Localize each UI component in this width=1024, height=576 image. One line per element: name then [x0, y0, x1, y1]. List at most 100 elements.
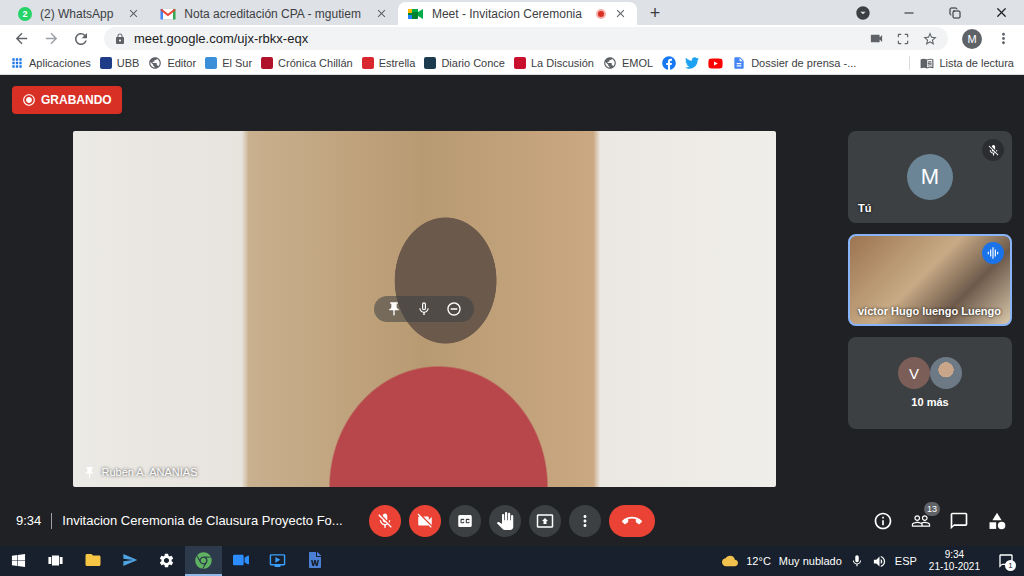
tab-search-button[interactable] — [840, 0, 886, 25]
whatsapp-icon: 2 — [18, 7, 32, 21]
browser-tab[interactable]: 2(2) WhatsApp — [8, 2, 150, 25]
more-avatars: V — [898, 357, 962, 389]
pin-icon[interactable] — [386, 301, 402, 317]
taskbar: 12°CMuy nubladoESP9:3421-10-20211 — [0, 546, 1024, 576]
address-bar[interactable]: meet.google.com/ujx-rbkx-eqx — [104, 27, 948, 50]
site-icon — [205, 57, 217, 69]
browser-tab[interactable]: Nota acreditación CPA - mgutiem — [150, 2, 398, 25]
participant-tile[interactable]: MTú — [848, 131, 1012, 223]
end-button[interactable] — [609, 505, 655, 537]
back-button[interactable] — [8, 27, 34, 51]
speaker-icon[interactable] — [872, 554, 887, 569]
bookmark[interactable]: Dossier de prensa -... — [732, 56, 856, 70]
bookmark[interactable]: El Sur — [205, 56, 252, 70]
camera-button[interactable] — [409, 505, 441, 537]
youtube-icon[interactable] — [708, 56, 723, 71]
present-button[interactable] — [529, 505, 561, 537]
taskbar-app[interactable] — [0, 546, 37, 576]
window-controls — [840, 0, 1024, 25]
twitter-icon[interactable] — [685, 56, 699, 70]
bookmark[interactable]: EMOL — [603, 56, 653, 70]
more-button[interactable] — [569, 505, 601, 537]
camera-off-icon — [416, 512, 434, 530]
taskbar-app[interactable] — [111, 546, 148, 576]
captions-button[interactable] — [449, 505, 481, 537]
bookmark[interactable]: Editor — [148, 56, 196, 70]
taskbar-app[interactable] — [74, 546, 111, 576]
clock[interactable]: 9:3421-10-2021 — [925, 549, 984, 573]
windows-icon — [11, 553, 26, 568]
reading-list[interactable]: Lista de lectura — [909, 56, 1014, 70]
participant-count: 13 — [924, 502, 940, 516]
remove-icon[interactable] — [446, 301, 462, 317]
browser-tab[interactable]: Meet - Invitacion Ceremonia — [398, 2, 637, 25]
meet-main: Rubén A. ANANIAS MTú víctor Hugo luengo Lu… — [0, 125, 1024, 495]
reload-button[interactable] — [68, 27, 94, 51]
media-icon — [269, 552, 286, 569]
facebook-icon[interactable] — [662, 56, 676, 70]
bookmark[interactable]: Estrella — [362, 56, 416, 70]
site-icon — [514, 57, 526, 69]
social-bookmark[interactable] — [685, 56, 699, 70]
reload-icon — [72, 30, 90, 48]
hand-button[interactable] — [489, 505, 521, 537]
site-icon — [100, 57, 112, 69]
taskbar-app[interactable] — [37, 546, 74, 576]
mic-button[interactable] — [369, 505, 401, 537]
bookmark-star-icon[interactable] — [922, 31, 938, 47]
taskbar-app[interactable] — [185, 546, 222, 576]
activities-icon — [987, 511, 1007, 531]
minimize-button[interactable] — [886, 0, 932, 25]
microphone-icon[interactable] — [850, 554, 864, 568]
close-tab-icon[interactable] — [127, 7, 140, 20]
taskbar-app[interactable] — [148, 546, 185, 576]
menu-button[interactable] — [990, 27, 1016, 51]
new-tab-button[interactable]: + — [641, 2, 669, 25]
tab-search-icon — [855, 5, 871, 21]
participant-tile[interactable]: víctor Hugo luengo Luengo — [848, 234, 1012, 326]
screen: 2(2) WhatsAppNota acreditación CPA - mgu… — [0, 0, 1024, 576]
more-participants: 10 más — [911, 395, 948, 409]
social-bookmark[interactable] — [708, 56, 723, 71]
site-icon — [424, 57, 436, 69]
taskbar-app[interactable] — [222, 546, 259, 576]
bookmark[interactable]: UBB — [100, 56, 140, 70]
mic-icon[interactable] — [416, 301, 432, 317]
participant-photo — [930, 357, 962, 389]
activities-button[interactable] — [986, 510, 1008, 532]
close-tab-icon[interactable] — [614, 7, 627, 20]
main-video-tile[interactable]: Rubén A. ANANIAS — [73, 131, 776, 487]
participant-tile[interactable]: V 10 más — [848, 337, 1012, 429]
mic-off-icon — [987, 144, 1000, 157]
bookmark[interactable]: Diario Conce — [424, 56, 505, 70]
input-language[interactable]: ESP — [895, 554, 917, 568]
close-tab-icon[interactable] — [375, 7, 388, 20]
task-view-icon — [47, 552, 64, 569]
meet-window: GRABANDORubén A. ANANIASMTúvíctor Hugo l… — [0, 75, 1024, 546]
chat-button[interactable] — [948, 510, 970, 532]
bookmark[interactable]: La Discusión — [514, 56, 594, 70]
stage: Rubén A. ANANIAS — [0, 125, 848, 495]
browser-toolbar: meet.google.com/ujx-rbkx-eqx M — [0, 25, 1024, 52]
forward-icon — [43, 30, 60, 47]
more-icon — [995, 30, 1012, 47]
more-icon — [576, 512, 594, 530]
notification-center[interactable]: 1 — [992, 546, 1020, 576]
restore-button[interactable] — [932, 0, 978, 25]
app-icon — [122, 552, 138, 568]
info-button[interactable] — [872, 510, 894, 532]
profile-avatar[interactable]: M — [962, 29, 982, 49]
camera-icon[interactable] — [869, 31, 884, 46]
forward-button[interactable] — [38, 27, 64, 51]
bookmark[interactable]: Crónica Chillán — [261, 56, 353, 70]
site-icon — [261, 57, 273, 69]
bookmark[interactable]: Aplicaciones — [10, 56, 91, 70]
taskbar-app[interactable] — [259, 546, 296, 576]
speaking-icon — [986, 246, 1000, 260]
close-button[interactable] — [978, 0, 1024, 25]
notification-count: 1 — [1005, 560, 1016, 571]
taskbar-app[interactable] — [296, 546, 333, 576]
qr-code-icon[interactable] — [896, 32, 910, 46]
social-bookmark[interactable] — [662, 56, 676, 70]
people-button[interactable]: 13 — [910, 510, 932, 532]
